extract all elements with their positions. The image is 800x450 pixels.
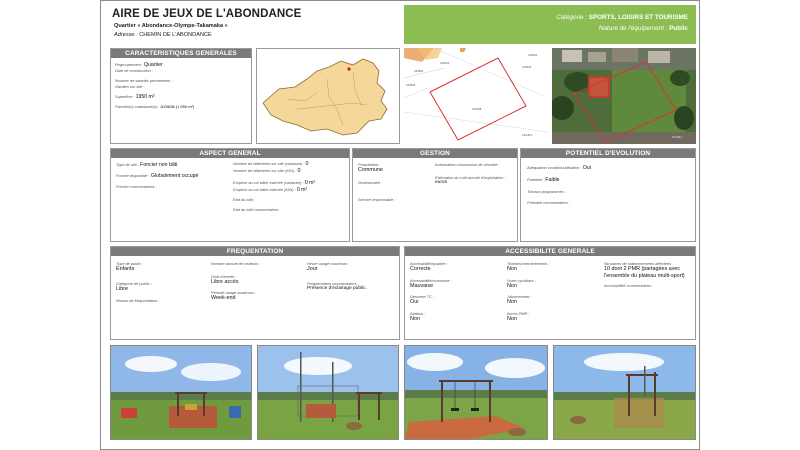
etat-comm-row: Etat du bâti commentaires : xyxy=(233,207,281,212)
voies-value: Non xyxy=(507,282,517,289)
plan-scale: 0 10 20 m xyxy=(522,134,533,137)
playground-photo-4 xyxy=(553,345,696,440)
foncier-row: Foncier disponible : Globalement occupé xyxy=(116,173,199,179)
plan-label-6: AX0605 xyxy=(522,66,532,69)
playground-photo-2 xyxy=(257,345,399,440)
periode-value: Week-end xyxy=(211,294,236,301)
service-label: Service responsable : xyxy=(358,196,396,202)
plan-label-1: AX0602 xyxy=(414,70,424,73)
accessibilite-heading: ACCESSIBILITE GENERALE xyxy=(405,247,695,256)
category-line: Catégorie : SPORTS, LOISIRS ET TOURISME xyxy=(404,12,688,23)
foncier-comm-row: Foncier commentaires : xyxy=(116,184,157,189)
category-value: SPORTS, LOISIRS ET TOURISME xyxy=(588,14,688,21)
cout-label: Estimation du coût annuel d'exploitation… xyxy=(435,175,506,180)
plan-label-4: AX0638 xyxy=(472,108,482,111)
address-value: CHEMIN DE L'ABONDANCE xyxy=(139,32,212,38)
playground-photo-1 xyxy=(110,345,252,440)
potentiel-comm-row: Potentiel commentaires : xyxy=(527,200,570,205)
niveau-label: Niveau de fréquentation : xyxy=(116,298,160,303)
emprise-ign-row: Emprise au sol bâtie estimée (IGN) : 0 m… xyxy=(233,186,308,193)
district-map xyxy=(256,48,400,144)
nature-line: Nature de l'équipement : Public xyxy=(404,23,688,34)
desserte-value: Oui xyxy=(410,299,419,305)
cout-value: euros xyxy=(435,180,447,185)
type-public-value: Enfants xyxy=(116,266,135,272)
pmr-value: Non xyxy=(507,315,517,322)
acc-quartier-value: Correcte xyxy=(410,266,431,272)
plan-label-3: AX0629 xyxy=(406,84,416,87)
adequation-row: Adéquation vocation/utilisation : Oui xyxy=(527,165,591,171)
category-box: Catégorie : SPORTS, LOISIRS ET TOURISME … xyxy=(404,5,696,44)
potentiel-row: Potentiel : Faible xyxy=(527,177,560,183)
gestion-heading: GESTION xyxy=(353,149,517,158)
aerial-scale: 0 10 20 m xyxy=(672,136,683,139)
heure-value: Jour xyxy=(307,266,318,272)
gestionnaire-label: Gestionnaire : xyxy=(358,179,383,185)
address-line: Adresse : CHEMIN DE L'ABONDANCE xyxy=(114,32,212,38)
type-site-row: Type de site : Foncier non bâti xyxy=(116,162,178,168)
autorisation-label: Autorisation commission de sécurité : xyxy=(435,162,500,167)
nature-label: Nature de l'équipement : xyxy=(598,25,668,32)
playground-photo-3 xyxy=(404,345,548,440)
aerial-photo: 0 10 20 m xyxy=(552,48,696,144)
category-label: Catégorie : xyxy=(556,14,587,21)
freq-comm-value: Présence d'éclairage public. xyxy=(307,285,367,291)
etat-bati-row: Etat du bâti : xyxy=(233,197,255,202)
potentiel-panel: POTENTIEL D'EVOLUTION Adéquation vocatio… xyxy=(520,148,696,242)
superficie-row: Superficie : 1950 m² xyxy=(115,94,155,100)
proprietaire-value: Commune xyxy=(358,167,383,173)
potentiel-heading: POTENTIEL D'EVOLUTION xyxy=(521,149,695,158)
page-title: AIRE DE JEUX DE L'ABONDANCE xyxy=(112,8,302,20)
parcelle-row: Parcelle(s) cadastrale(s) : AX0638 (1 95… xyxy=(115,104,195,109)
abribus-value: Non xyxy=(410,315,420,322)
plan-label-2: AX0603 xyxy=(440,62,450,65)
aspect-panel: ASPECT GENERAL Type de site : Foncier no… xyxy=(110,148,350,242)
travaux-row: Travaux programmés : xyxy=(527,189,566,194)
date-construction-row: Date de construction : xyxy=(115,68,153,73)
nb-visiteurs-label: Nombre annuel de visiteurs : xyxy=(211,261,261,266)
bat-ign-row: Nombre de bâtiments sur site (IGN) : 0 xyxy=(233,167,301,174)
acc-commune-value: Mauvaise xyxy=(410,282,434,289)
frequentation-panel: FREQUENTATION Type de public : Enfants C… xyxy=(110,246,400,340)
district-shape xyxy=(262,58,388,136)
acc-comm-label: Accessibilité commentaires : xyxy=(604,283,654,288)
gestion-panel: GESTION Propriétaire : Commune Gestionna… xyxy=(352,148,518,242)
address-label: Adresse : xyxy=(114,32,138,38)
jalonnement-value: Non xyxy=(507,299,517,305)
caracteristiques-heading: CARACTERISTIQUES GENERALES xyxy=(111,49,251,58)
district-subtitle: Quartier « Abondance-Olympe-Takamaka » xyxy=(114,23,228,29)
categorie-value: Libre xyxy=(116,285,128,292)
stationnement-value: 10 dont 2 PMR (partagées avec l'ensemble… xyxy=(604,266,685,279)
plan-label-5: AX0604 xyxy=(528,54,538,57)
aspect-heading: ASPECT GENERAL xyxy=(111,149,349,158)
caracteristiques-panel: CARACTERISTIQUES GENERALES Regroupement … xyxy=(110,48,252,144)
accessibilite-panel: ACCESSIBILITE GENERALE Accessibilité/qua… xyxy=(404,246,696,340)
droit-value: Libre accès xyxy=(211,279,239,285)
nature-value: Public xyxy=(669,25,688,32)
trottoirs-value: Non xyxy=(507,266,517,272)
frequentation-heading: FREQUENTATION xyxy=(111,247,399,256)
gardien-row: Gardien sur site : xyxy=(115,84,145,89)
cadastral-plan: AX0602 AX0603 AX0629 AX0638 AX0604 AX060… xyxy=(404,48,548,144)
